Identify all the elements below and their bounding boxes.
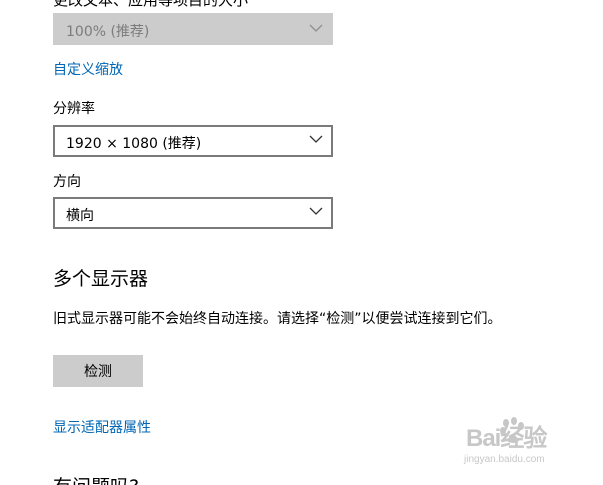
paw-icon [500, 417, 524, 443]
orientation-label: 方向 [53, 174, 81, 190]
chevron-down-icon [309, 207, 323, 215]
scale-dropdown[interactable]: 100% (推荐) [53, 13, 333, 45]
resolution-dropdown[interactable]: 1920 × 1080 (推荐) [53, 125, 333, 157]
watermark-url: jingyan.baidu.com [464, 454, 545, 465]
chevron-down-icon [309, 135, 323, 143]
scale-label: 更改文本、应用等项目的大小 [53, 0, 249, 9]
detect-button[interactable]: 检测 [53, 355, 143, 387]
orientation-dropdown-value: 横向 [66, 208, 94, 224]
watermark: Bai经验 jingyan.baidu.com [462, 416, 574, 468]
chevron-down-icon [309, 24, 323, 32]
resolution-label: 分辨率 [53, 101, 95, 117]
display-adapter-properties-link[interactable]: 显示适配器属性 [53, 417, 151, 437]
resolution-dropdown-value: 1920 × 1080 (推荐) [66, 136, 202, 152]
help-title: 有问题吗? [53, 472, 139, 485]
custom-scaling-link[interactable]: 自定义缩放 [53, 59, 123, 79]
multiple-displays-title: 多个显示器 [53, 268, 149, 290]
multiple-displays-description: 旧式显示器可能不会始终自动连接。请选择“检测”以便尝试连接到它们。 [53, 311, 502, 327]
scale-dropdown-value: 100% (推荐) [66, 24, 150, 40]
orientation-dropdown[interactable]: 横向 [53, 197, 333, 229]
